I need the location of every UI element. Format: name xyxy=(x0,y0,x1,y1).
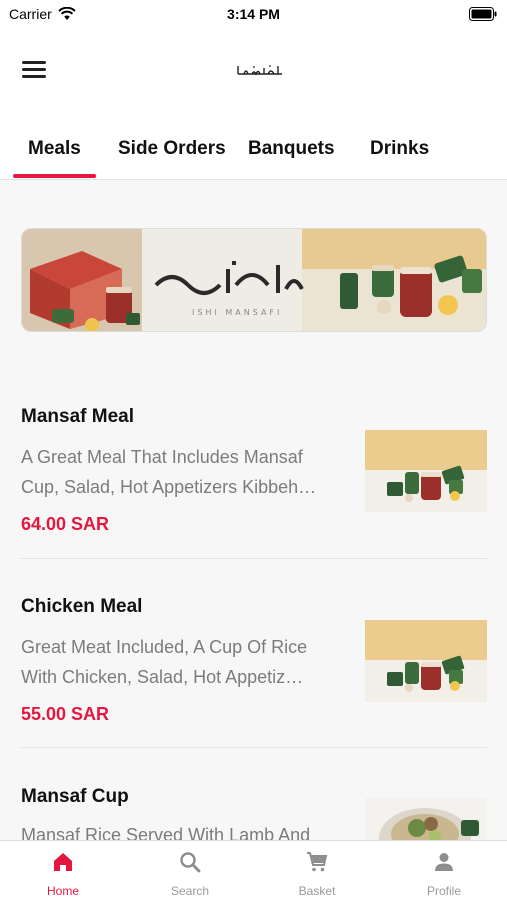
meal-description-line: Cup, Salad, Hot Appetizers Kibbeh… xyxy=(21,477,317,497)
tab-bar-home[interactable]: Home xyxy=(0,841,126,900)
meal-name: Mansaf Cup xyxy=(21,786,129,807)
divider xyxy=(21,558,487,559)
tab-bar-basket[interactable]: Basket xyxy=(254,841,380,900)
banner-image: ISHI MANSAFI xyxy=(22,229,486,331)
battery-icon xyxy=(469,7,497,21)
search-icon xyxy=(180,852,201,873)
meal-thumbnail xyxy=(365,430,487,512)
meal-price: 55.00 SAR xyxy=(21,704,110,724)
active-tab-indicator xyxy=(13,174,96,178)
tab-meals[interactable]: Meals xyxy=(28,138,81,160)
hamburger-menu-icon[interactable] xyxy=(22,61,46,81)
tab-bar-label: Home xyxy=(46,884,79,898)
status-time: 3:14 PM xyxy=(227,6,280,22)
category-tabs: Meals Side Orders Banquets Drinks xyxy=(0,114,507,180)
bottom-tab-bar: Home Search Basket Profile xyxy=(0,840,507,900)
tab-bar-search[interactable]: Search xyxy=(127,841,253,900)
tab-bar-label: Basket xyxy=(298,884,336,898)
tab-bar-label: Profile xyxy=(426,884,461,898)
cart-icon xyxy=(307,852,328,872)
tab-bar-profile[interactable]: Profile xyxy=(381,841,507,900)
status-bar: Carrier 3:14 PM xyxy=(0,0,507,30)
meal-description-line: A Great Meal That Includes Mansaf xyxy=(21,447,303,467)
brand-logo xyxy=(237,65,282,76)
profile-icon xyxy=(435,853,453,871)
meal-thumbnail xyxy=(365,620,487,702)
meal-description: Great Meat Included, A Cup Of Rice With … xyxy=(21,632,351,692)
meal-description-line: With Chicken, Salad, Hot Appetiz… xyxy=(21,667,304,687)
banner-brand-text: ISHI MANSAFI xyxy=(192,308,282,317)
tab-banquets[interactable]: Banquets xyxy=(248,138,335,160)
tab-drinks[interactable]: Drinks xyxy=(370,138,429,160)
app-header xyxy=(0,30,507,114)
meal-name: Mansaf Meal xyxy=(21,406,134,427)
tab-bar-label: Search xyxy=(170,884,210,898)
meal-description: A Great Meal That Includes Mansaf Cup, S… xyxy=(21,442,351,502)
meal-description-line: Great Meat Included, A Cup Of Rice xyxy=(21,637,308,657)
meal-price: 64.00 SAR xyxy=(21,514,110,534)
home-icon xyxy=(54,853,72,871)
tab-side-orders[interactable]: Side Orders xyxy=(118,138,226,160)
divider xyxy=(21,747,487,748)
promo-banner[interactable]: ISHI MANSAFI xyxy=(21,228,487,332)
meal-name: Chicken Meal xyxy=(21,596,143,617)
